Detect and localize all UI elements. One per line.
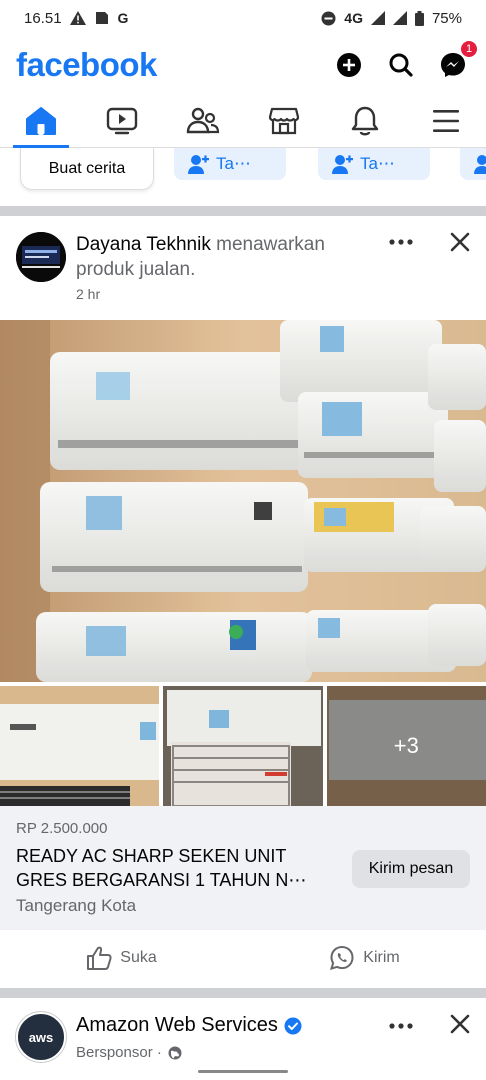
sponsored-label[interactable]: Bersponsor ·: [76, 1044, 162, 1061]
whatsapp-icon: [330, 945, 354, 970]
like-label: Suka: [120, 949, 157, 966]
post-options-button[interactable]: [386, 1014, 416, 1038]
battery-level: 75%: [431, 9, 462, 27]
ac-unit-photo: [163, 686, 323, 806]
network-type: 4G: [344, 10, 363, 26]
add-friend-icon: [332, 155, 353, 174]
avatar[interactable]: [16, 232, 66, 282]
facebook-logo[interactable]: facebook: [16, 46, 157, 84]
hamburger-icon: [432, 109, 459, 132]
status-bar: 16.51 G 4G 75%: [0, 0, 486, 36]
author-name[interactable]: Dayana Tekhnik: [76, 234, 211, 255]
hide-post-button[interactable]: [446, 228, 474, 256]
bell-icon: [351, 106, 378, 135]
story-chip-label: Ta⋯: [216, 154, 251, 173]
story-chip-3[interactable]: [460, 148, 486, 180]
story-chip-2[interactable]: Ta⋯: [318, 148, 430, 180]
messenger-badge: 1: [460, 40, 478, 58]
stories-strip: Buat cerita Ta⋯ Ta⋯: [0, 148, 486, 204]
more-dots-icon: [389, 1023, 413, 1029]
more-dots-icon: [389, 239, 413, 245]
listing-location: Tangerang Kota: [16, 896, 137, 915]
whatsapp-send-button[interactable]: Kirim: [329, 945, 400, 971]
post-time[interactable]: 2 hr: [76, 286, 100, 302]
search-icon: [389, 53, 413, 77]
listing-info[interactable]: RP 2.500.000 READY AC SHARP SEKEN UNIT G…: [0, 806, 486, 930]
close-icon: [450, 1014, 470, 1034]
more-photos-count: +3: [326, 686, 486, 806]
status-time: 16.51: [24, 9, 62, 27]
post-options-button[interactable]: [386, 230, 416, 254]
main-nav: [0, 94, 486, 148]
listing-title: READY AC SHARP SEKEN UNIT GRES BERGARANS…: [16, 846, 307, 890]
thumbnail-3[interactable]: +3: [326, 686, 486, 806]
thumbnail-2[interactable]: [163, 686, 323, 806]
home-indicator: [198, 1070, 288, 1073]
verified-icon: [284, 1017, 302, 1034]
story-chip-1[interactable]: Ta⋯: [174, 148, 286, 180]
app-header: facebook 1: [0, 36, 486, 94]
hide-post-button[interactable]: [446, 1010, 474, 1038]
share-label: Kirim: [363, 949, 400, 966]
home-icon: [25, 106, 56, 135]
post-actions: Suka Kirim: [0, 930, 486, 986]
sim-icon: [95, 12, 108, 24]
sponsored-line: Bersponsor ·: [76, 1044, 182, 1061]
close-icon: [450, 232, 470, 252]
thumbnail-1[interactable]: [0, 686, 160, 806]
feed-divider: [0, 988, 486, 998]
messenger-button[interactable]: 1: [436, 40, 478, 82]
aws-logo-text: aws: [28, 1029, 54, 1045]
signal-icon-2: [392, 11, 407, 25]
g-letter-icon: G: [117, 10, 129, 26]
listing-price: RP 2.500.000: [16, 820, 108, 837]
add-friend-icon: [188, 155, 209, 174]
page-logo-icon: [16, 232, 66, 282]
ac-unit-photo: [0, 686, 160, 806]
tab-notifications[interactable]: [335, 94, 395, 148]
tab-home[interactable]: [11, 94, 71, 148]
like-button[interactable]: Suka: [86, 945, 157, 971]
create-story-button[interactable]: Buat cerita: [20, 148, 154, 190]
warning-icon: [69, 11, 86, 25]
listing-thumbnails: +3: [0, 686, 486, 806]
signal-icon: [370, 11, 385, 25]
post-author-line: Dayana Tekhnik menawarkan produk jualan.: [76, 232, 376, 282]
thumbs-up-icon: [87, 946, 112, 970]
add-friend-icon: [474, 155, 486, 174]
author-name[interactable]: Amazon Web Services: [76, 1014, 278, 1037]
tab-marketplace[interactable]: [254, 94, 314, 148]
tab-friends[interactable]: [173, 94, 233, 148]
friends-icon: [186, 107, 219, 133]
create-button[interactable]: [332, 48, 366, 82]
video-icon: [106, 107, 137, 134]
tab-menu[interactable]: [416, 94, 476, 148]
globe-icon: [168, 1046, 182, 1059]
tab-watch[interactable]: [92, 94, 152, 148]
avatar[interactable]: aws: [16, 1012, 66, 1062]
battery-icon: [414, 10, 424, 26]
dnd-icon: [321, 11, 336, 25]
plus-icon: [337, 53, 361, 77]
search-button[interactable]: [384, 48, 418, 82]
marketplace-icon: [268, 107, 299, 134]
story-chip-label: Ta⋯: [360, 154, 395, 173]
feed-divider: [0, 206, 486, 216]
send-message-button[interactable]: Kirim pesan: [352, 850, 470, 888]
listing-main-photo[interactable]: [0, 320, 486, 682]
post2-author-line: Amazon Web Services: [76, 1014, 302, 1037]
ac-units-photo: [0, 320, 486, 682]
